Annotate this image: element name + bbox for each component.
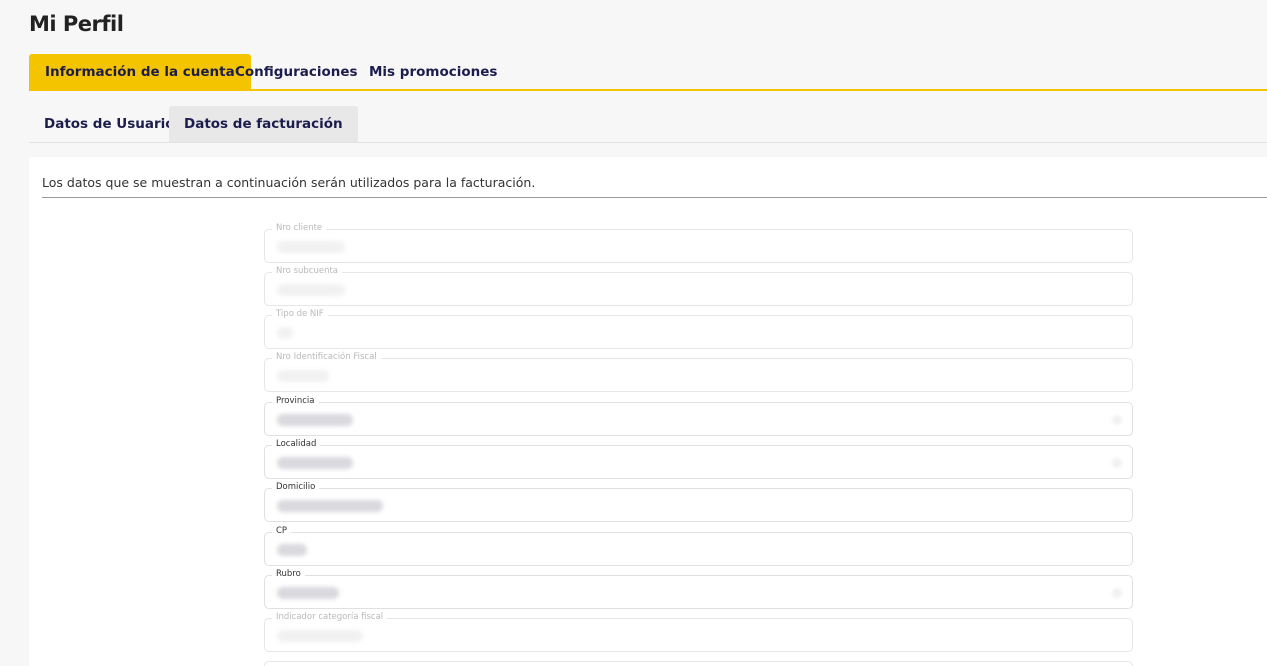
divider	[42, 197, 1267, 198]
field-value	[277, 457, 353, 469]
field-value	[277, 500, 383, 512]
field-label: Rubro	[272, 568, 305, 580]
chevron-down-icon[interactable]: ▾	[1112, 415, 1122, 425]
tab-configuraciones[interactable]: Configuraciones	[219, 54, 374, 90]
sub-tabs: Datos de Usuario Datos de facturación	[29, 106, 1267, 143]
field-label: Nro cliente	[272, 222, 327, 234]
tab-informacion-cuenta[interactable]: Información de la cuenta	[29, 54, 251, 90]
field-value	[277, 370, 329, 382]
provincia-select[interactable]: Provincia ▾	[264, 395, 1133, 436]
subtab-datos-facturacion[interactable]: Datos de facturación	[169, 106, 358, 142]
field-label: Provincia	[272, 395, 319, 407]
nro-cliente-field: Nro cliente	[264, 222, 1133, 263]
tab-mis-promociones[interactable]: Mis promociones	[353, 54, 513, 90]
field-label: Nro Identificación Fiscal	[272, 351, 381, 363]
field-label: Nro subcuenta	[272, 265, 342, 277]
billing-panel: Los datos que se muestran a continuación…	[29, 157, 1267, 666]
next-field	[264, 661, 1133, 666]
domicilio-field[interactable]: Domicilio	[264, 481, 1133, 522]
field-value	[277, 630, 363, 642]
field-label: Indicador categoría fiscal	[272, 611, 388, 623]
main-tabs: Información de la cuenta Configuraciones…	[29, 54, 1267, 91]
field-value	[277, 544, 307, 556]
field-label: Tipo de NIF	[272, 308, 328, 320]
field-value	[277, 241, 345, 253]
field-value	[277, 587, 339, 599]
field-label: Localidad	[272, 438, 321, 450]
indicador-categoria-fiscal-field: Indicador categoría fiscal	[264, 611, 1133, 652]
cp-field[interactable]: CP	[264, 525, 1133, 566]
tipo-nif-field: Tipo de NIF	[264, 308, 1133, 349]
field-label: CP	[272, 525, 292, 537]
chevron-down-icon[interactable]: ▾	[1112, 458, 1122, 468]
field-value	[277, 284, 345, 296]
subtab-datos-usuario[interactable]: Datos de Usuario	[29, 106, 190, 142]
page-title: Mi Perfil	[29, 12, 124, 36]
billing-intro: Los datos que se muestran a continuación…	[42, 175, 536, 190]
field-value	[277, 327, 293, 339]
field-value	[277, 414, 353, 426]
nro-identificacion-fiscal-field: Nro Identificación Fiscal	[264, 351, 1133, 392]
chevron-down-icon[interactable]: ▾	[1112, 588, 1122, 598]
rubro-select[interactable]: Rubro ▾	[264, 568, 1133, 609]
field-label: Domicilio	[272, 481, 320, 493]
localidad-select[interactable]: Localidad ▾	[264, 438, 1133, 479]
nro-subcuenta-field: Nro subcuenta	[264, 265, 1133, 306]
